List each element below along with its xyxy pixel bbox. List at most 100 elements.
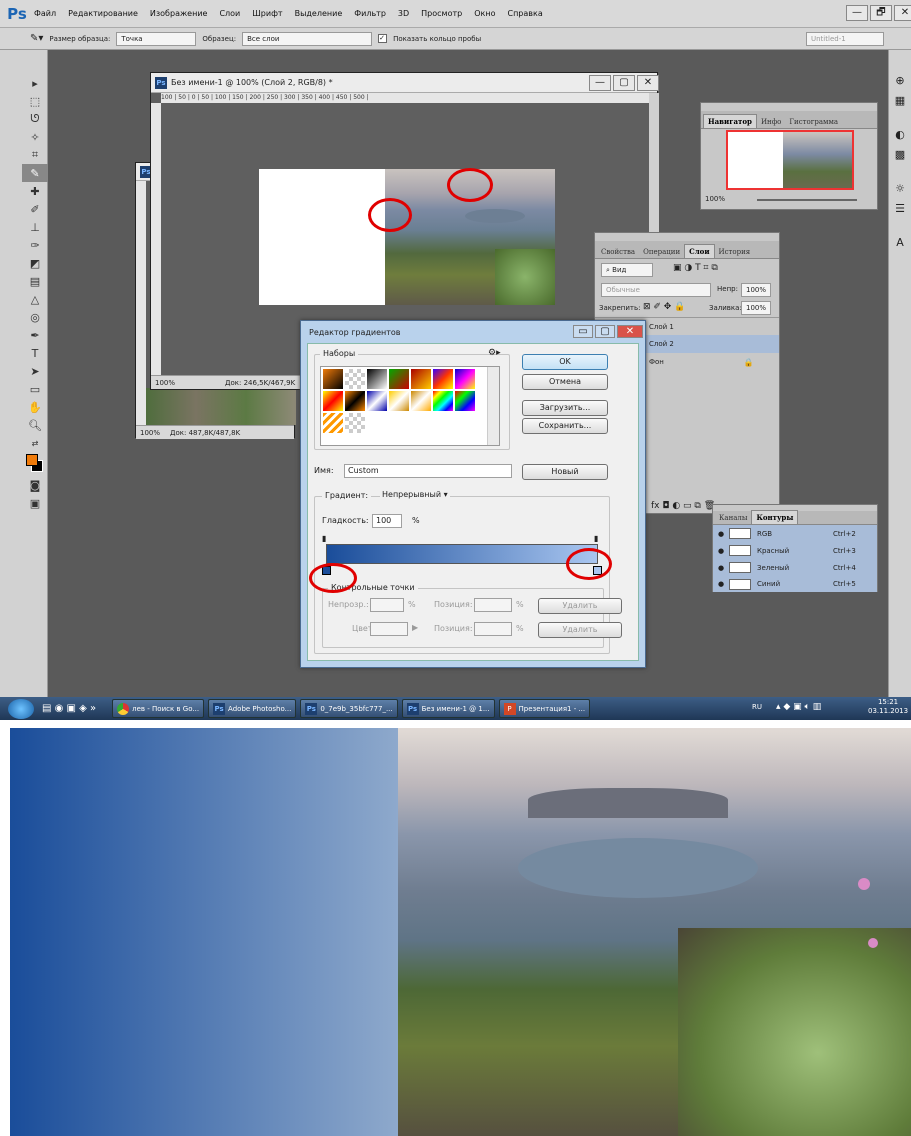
preset-swatch[interactable] bbox=[411, 391, 431, 411]
load-button[interactable]: Загрузить... bbox=[522, 400, 608, 416]
quick-launch-icons[interactable]: ▤ ◉ ▣ ◈ » bbox=[42, 703, 96, 714]
blur-tool-icon[interactable]: △ bbox=[22, 290, 48, 308]
eye-icon[interactable]: ● bbox=[713, 564, 729, 572]
navigator-zoom[interactable]: 100% bbox=[705, 195, 725, 203]
opacity-stop-right[interactable]: ▮ bbox=[594, 534, 598, 543]
opacity-field[interactable]: 100% bbox=[741, 283, 771, 297]
preset-swatch[interactable] bbox=[345, 391, 365, 411]
type-tool-icon[interactable]: T bbox=[22, 344, 48, 362]
tab-properties[interactable]: Свойства bbox=[597, 246, 639, 258]
taskbar-item-image[interactable]: Ps 0_7e9b_35bfc777_... bbox=[300, 699, 398, 718]
menu-layers[interactable]: Слои bbox=[219, 9, 240, 18]
dialog-maximize-button[interactable]: ▢ bbox=[595, 325, 615, 338]
shape-tool-icon[interactable]: ▭ bbox=[22, 380, 48, 398]
tab-actions[interactable]: Операции bbox=[639, 246, 684, 258]
eye-icon[interactable]: ● bbox=[713, 547, 729, 555]
lasso-tool-icon[interactable]: ᘎ bbox=[22, 110, 48, 128]
brush-tool-icon[interactable]: ✐ bbox=[22, 200, 48, 218]
gradient-type-select[interactable]: Непрерывный ▾ bbox=[380, 490, 450, 499]
dodge-tool-icon[interactable]: ◎ bbox=[22, 308, 48, 326]
gear-icon[interactable]: ⚙▸ bbox=[488, 348, 501, 358]
sample-size-select[interactable]: Точка bbox=[116, 31, 197, 46]
navigator-view-box[interactable] bbox=[726, 130, 854, 190]
navigator-panel-icon[interactable]: ⊕ bbox=[889, 70, 911, 90]
preset-swatch[interactable] bbox=[433, 391, 453, 411]
menu-help[interactable]: Справка bbox=[507, 9, 542, 18]
delete-opacity-stop-button[interactable]: Удалить bbox=[538, 598, 622, 614]
marquee-tool-icon[interactable]: ⬚ bbox=[22, 92, 48, 110]
preset-swatch[interactable] bbox=[345, 413, 365, 433]
main-zoom[interactable]: 100% bbox=[155, 379, 175, 387]
preset-swatch[interactable] bbox=[455, 369, 475, 389]
eye-icon[interactable]: ● bbox=[713, 580, 729, 588]
doc-close-button[interactable]: ✕ bbox=[637, 75, 659, 91]
tab-info[interactable]: Инфо bbox=[757, 116, 785, 128]
menu-view[interactable]: Просмотр bbox=[421, 9, 462, 18]
menu-image[interactable]: Изображение bbox=[150, 9, 208, 18]
gradient-bar[interactable] bbox=[326, 544, 598, 564]
eyedropper-tool-icon[interactable]: ✎ bbox=[22, 164, 48, 182]
channel-row[interactable]: ● RGB Ctrl+2 bbox=[713, 525, 877, 542]
tab-history[interactable]: История bbox=[715, 246, 755, 258]
tab-paths[interactable]: Контуры bbox=[751, 510, 799, 524]
sample-select[interactable]: Все слои bbox=[242, 31, 373, 46]
swap-colors-icon[interactable]: ⇄ bbox=[22, 434, 48, 452]
blend-mode-select[interactable]: Обычные bbox=[601, 283, 711, 297]
minimize-button[interactable]: — bbox=[846, 5, 868, 21]
taskbar-item-photoshop[interactable]: Ps Adobe Photosho... bbox=[208, 699, 297, 718]
cancel-button[interactable]: Отмена bbox=[522, 374, 608, 390]
tray-icons[interactable]: ▴ ◆ ▣ 🔈︎ ▥ bbox=[776, 702, 821, 712]
layer-filter-icons[interactable]: ▣ ◑ T ⌗ ⧉ bbox=[673, 263, 718, 273]
crop-tool-icon[interactable]: ⌗ bbox=[22, 146, 48, 164]
navigator-zoom-slider[interactable] bbox=[757, 199, 857, 201]
opacity-stop-left[interactable]: ▮ bbox=[322, 534, 326, 543]
channel-row[interactable]: ● Синий Ctrl+5 bbox=[713, 576, 877, 592]
tab-histogram[interactable]: Гистограмма bbox=[785, 116, 842, 128]
character-panel-icon[interactable]: A bbox=[889, 232, 911, 252]
taskbar-item-chrome[interactable]: лев - Поиск в Go... bbox=[112, 699, 205, 718]
stop-color-swatch[interactable] bbox=[370, 622, 408, 636]
preset-swatch[interactable] bbox=[455, 391, 475, 411]
history-brush-icon[interactable]: ✑ bbox=[22, 236, 48, 254]
swatches-panel-icon[interactable]: ▩ bbox=[889, 144, 911, 164]
styles-panel-icon[interactable]: ☰ bbox=[889, 198, 911, 218]
preset-swatch[interactable] bbox=[323, 413, 343, 433]
color-swatches[interactable] bbox=[22, 452, 47, 476]
delete-color-stop-button[interactable]: Удалить bbox=[538, 622, 622, 638]
screen-mode-icon[interactable]: ▣ bbox=[22, 494, 48, 512]
clock[interactable]: 15:21 03.11.2013 bbox=[868, 698, 908, 716]
close-button[interactable]: ✕ bbox=[894, 5, 911, 21]
dialog-minimize-button[interactable]: ▭ bbox=[573, 325, 593, 338]
stamp-tool-icon[interactable]: ⊥ bbox=[22, 218, 48, 236]
path-select-icon[interactable]: ➤ bbox=[22, 362, 48, 380]
magic-wand-icon[interactable]: ✧ bbox=[22, 128, 48, 146]
preset-swatch[interactable] bbox=[389, 369, 409, 389]
preset-swatch[interactable] bbox=[345, 369, 365, 389]
doc-minimize-button[interactable]: — bbox=[589, 75, 611, 91]
dialog-close-button[interactable]: ✕ bbox=[617, 325, 643, 338]
ok-button[interactable]: OK bbox=[522, 354, 608, 370]
preset-swatch[interactable] bbox=[389, 391, 409, 411]
gradient-tool-icon[interactable]: ▤ bbox=[22, 272, 48, 290]
zoom-tool-icon[interactable]: 🔍︎ bbox=[22, 416, 48, 434]
move-tool-icon[interactable]: ▸ bbox=[22, 74, 48, 92]
taskbar-item-untitled[interactable]: Ps Без имени-1 @ 1... bbox=[401, 699, 495, 718]
menu-3d[interactable]: 3D bbox=[398, 9, 409, 18]
menu-select[interactable]: Выделение bbox=[295, 9, 343, 18]
new-button[interactable]: Новый bbox=[522, 464, 608, 480]
healing-tool-icon[interactable]: ✚ bbox=[22, 182, 48, 200]
smoothness-input[interactable]: 100 bbox=[372, 514, 402, 528]
menu-edit[interactable]: Редактирование bbox=[68, 9, 138, 18]
lock-icons[interactable]: ⊠ ✐ ✥ 🔒 bbox=[643, 302, 685, 312]
color-panel-icon[interactable]: ◐ bbox=[889, 124, 911, 144]
channel-row[interactable]: ● Зеленый Ctrl+4 bbox=[713, 559, 877, 576]
preset-swatch[interactable] bbox=[411, 369, 431, 389]
layers-footer-icons[interactable]: fx ◘ ◐ ▭ ⧉ 🗑 bbox=[651, 501, 715, 511]
gradient-editor-dialog[interactable]: Редактор градиентов ▭ ▢ ✕ Наборы ⚙▸ OK О… bbox=[300, 320, 646, 668]
stop-opacity-input[interactable] bbox=[370, 598, 404, 612]
preset-swatch[interactable] bbox=[367, 391, 387, 411]
preset-swatch[interactable] bbox=[323, 391, 343, 411]
back-zoom[interactable]: 100% bbox=[140, 429, 160, 437]
name-input[interactable]: Custom bbox=[344, 464, 512, 478]
foreground-color[interactable] bbox=[26, 454, 38, 466]
